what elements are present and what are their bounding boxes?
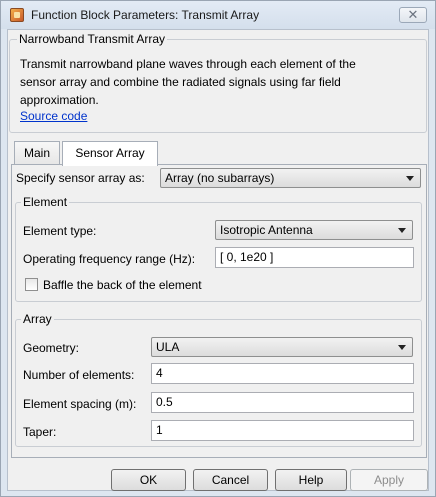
cancel-button[interactable]: Cancel (193, 469, 268, 491)
simulink-block-icon (10, 8, 24, 22)
specify-array-value: Array (no subarrays) (165, 171, 275, 185)
tab-sensor-array[interactable]: Sensor Array (62, 141, 158, 166)
geometry-select[interactable]: ULA (151, 337, 413, 357)
title-bar[interactable]: Function Block Parameters: Transmit Arra… (1, 1, 435, 29)
description-line: Transmit narrowband plane waves through … (20, 57, 356, 71)
geometry-label: Geometry: (23, 341, 80, 355)
taper-label: Taper: (23, 425, 57, 439)
help-button[interactable]: Help (275, 469, 347, 491)
ok-button[interactable]: OK (111, 469, 186, 491)
geometry-value: ULA (156, 340, 180, 354)
close-button[interactable]: ✕ (399, 7, 427, 23)
specify-array-select[interactable]: Array (no subarrays) (160, 168, 421, 188)
description-group-title: Narrowband Transmit Array (17, 32, 168, 46)
num-elements-input[interactable]: 4 (151, 363, 414, 384)
source-code-link[interactable]: Source code (20, 109, 87, 123)
frequency-range-label: Operating frequency range (Hz): (23, 252, 196, 266)
element-type-label: Element type: (23, 224, 97, 238)
element-group-title: Element (21, 195, 70, 209)
dialog-window: Function Block Parameters: Transmit Arra… (0, 0, 436, 497)
apply-button[interactable]: Apply (350, 469, 428, 491)
array-group-title: Array (21, 312, 54, 326)
window-title: Function Block Parameters: Transmit Arra… (31, 8, 260, 22)
specify-array-label: Specify sensor array as: (16, 171, 145, 185)
element-type-value: Isotropic Antenna (220, 223, 313, 237)
frequency-range-input[interactable]: [ 0, 1e20 ] (215, 247, 414, 268)
chevron-down-icon (398, 345, 406, 350)
baffle-label: Baffle the back of the element (43, 278, 202, 292)
element-type-select[interactable]: Isotropic Antenna (215, 220, 413, 240)
description-line: sensor array and combine the radiated si… (20, 75, 341, 89)
chevron-down-icon (398, 228, 406, 233)
description-line: approximation. (20, 93, 99, 107)
element-spacing-label: Element spacing (m): (23, 397, 137, 411)
block-description: Transmit narrowband plane waves through … (20, 55, 405, 109)
chevron-down-icon (406, 176, 414, 181)
baffle-checkbox[interactable] (25, 278, 38, 291)
taper-input[interactable]: 1 (151, 420, 414, 441)
num-elements-label: Number of elements: (23, 368, 135, 382)
element-spacing-input[interactable]: 0.5 (151, 392, 414, 413)
tab-main[interactable]: Main (14, 141, 60, 165)
